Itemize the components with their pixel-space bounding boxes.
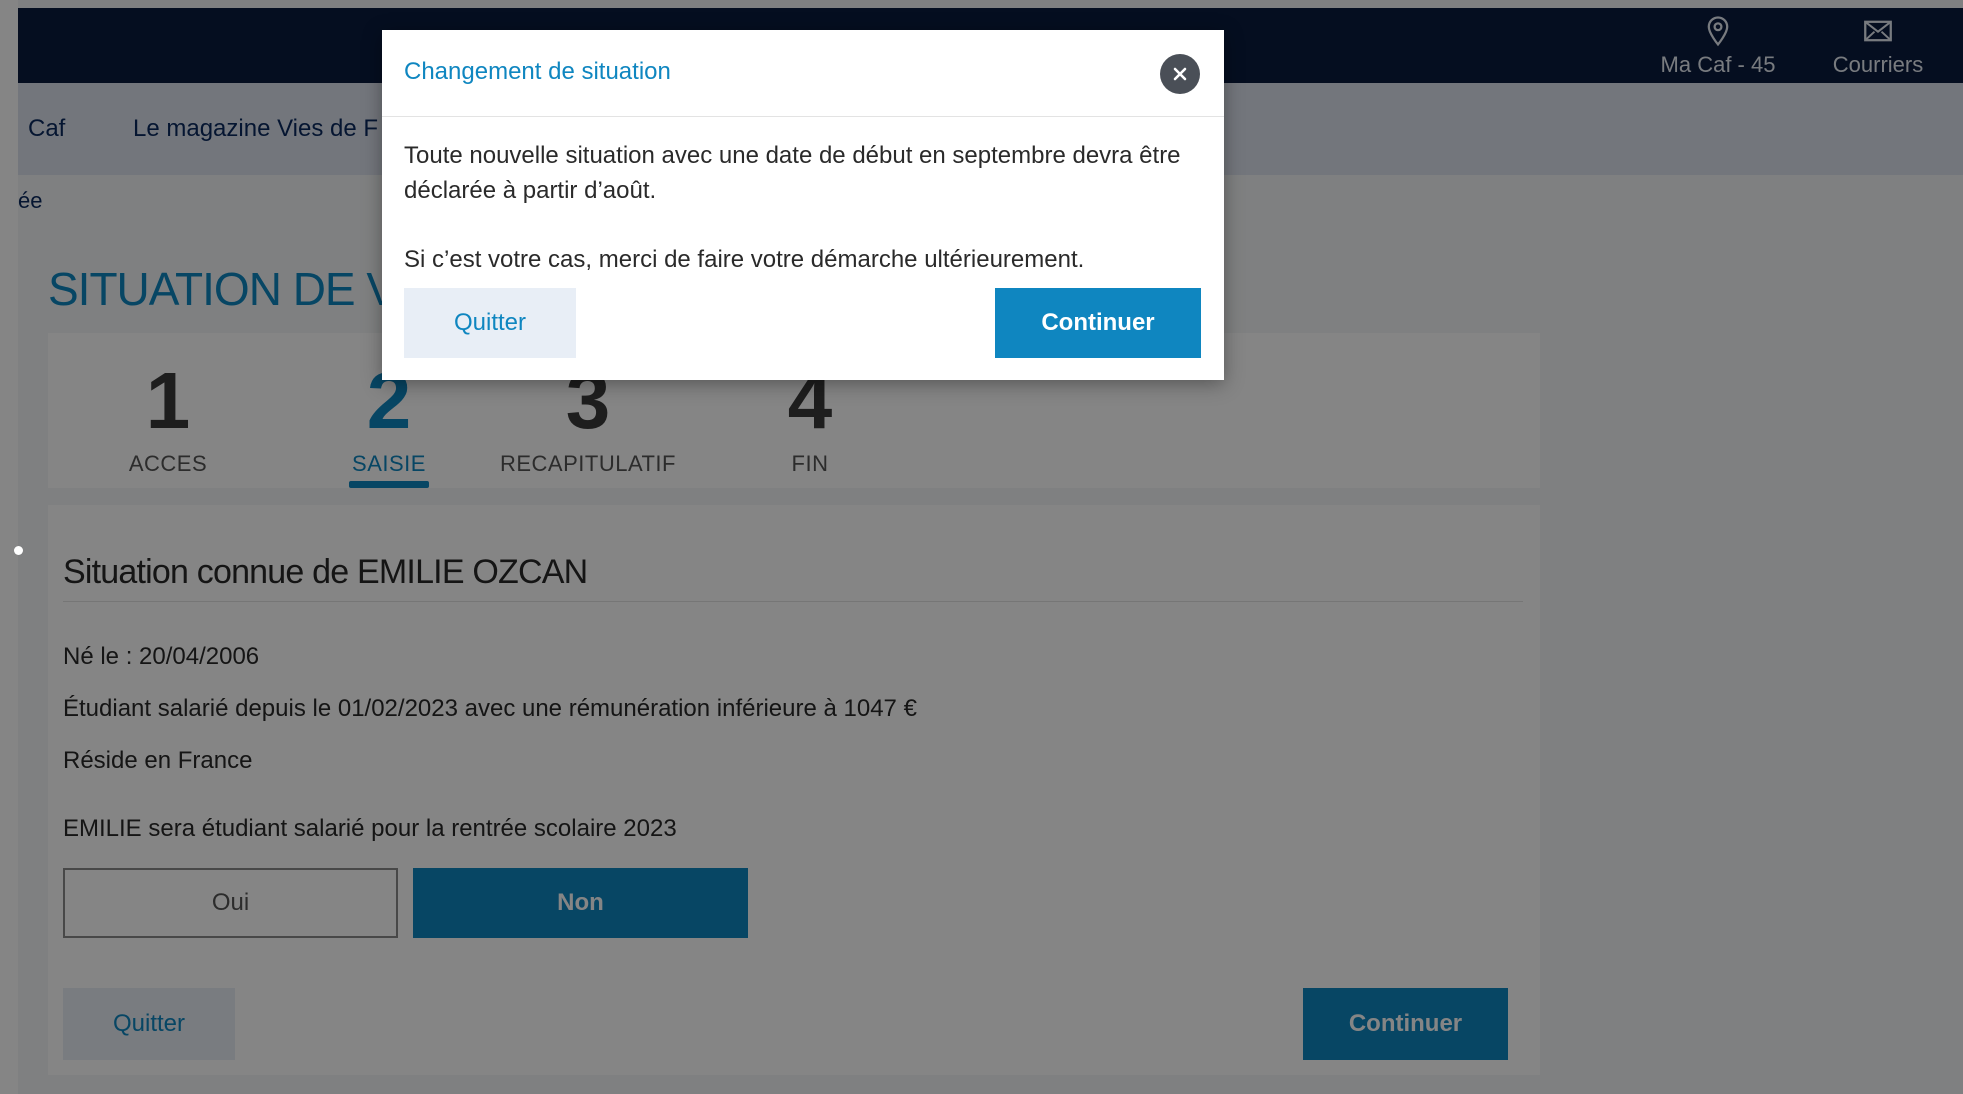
dialog-continue-button[interactable]: Continuer <box>995 288 1201 358</box>
dialog-message: Toute nouvelle situation avec une date d… <box>404 142 1181 204</box>
dialog-header: Changement de situation <box>382 30 1224 117</box>
close-button[interactable] <box>1160 54 1200 94</box>
change-situation-dialog: Changement de situation Toute nouvelle s… <box>382 30 1224 380</box>
dialog-title: Changement de situation <box>404 58 671 85</box>
close-icon <box>1173 67 1187 81</box>
dialog-quit-button[interactable]: Quitter <box>404 288 576 358</box>
edge-marker <box>14 546 23 555</box>
dialog-note: Si c’est votre cas, merci de faire votre… <box>404 246 1085 273</box>
